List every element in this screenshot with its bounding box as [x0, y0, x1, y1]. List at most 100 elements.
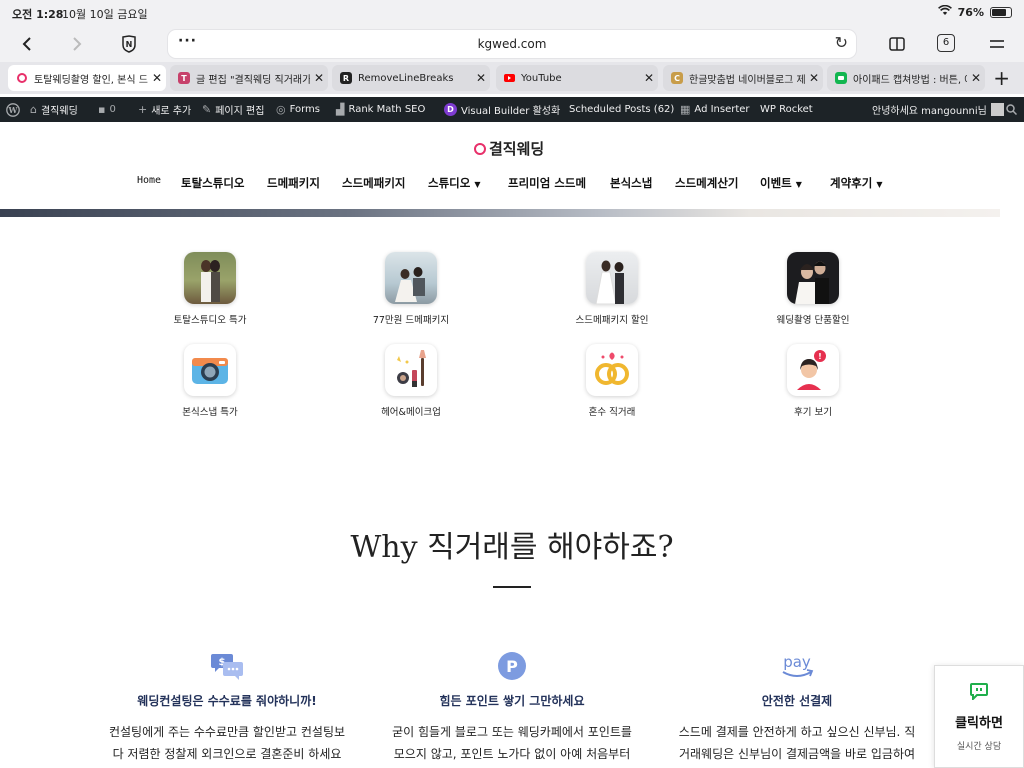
wp-rocket[interactable]: WP Rocket: [760, 97, 813, 122]
wp-edit-page[interactable]: ✎ 페이지 편집: [202, 97, 264, 122]
close-icon[interactable]: ✕: [967, 71, 985, 85]
quick-menu-item[interactable]: 토탈스튜디오 특가: [110, 252, 310, 326]
wp-rocket-label: WP Rocket: [760, 104, 813, 115]
search-icon[interactable]: [1006, 97, 1017, 122]
wp-site-name: 결직웨딩: [40, 106, 78, 117]
tab-spelling[interactable]: C 한글맞춤법 네이버블로그 제목 ✕: [663, 65, 823, 91]
tab-count-button[interactable]: 6: [937, 34, 955, 52]
wordpress-icon[interactable]: W: [6, 97, 20, 122]
battery-icon: [990, 6, 1012, 18]
naver-shield-icon[interactable]: N: [116, 31, 142, 57]
section-title: Why 직거래를 해야하죠?: [350, 530, 674, 565]
forward-icon[interactable]: [64, 31, 90, 57]
feature-title: 안전한 선결제: [761, 694, 833, 708]
menu-icon[interactable]: [984, 31, 1010, 57]
close-icon[interactable]: ✕: [148, 71, 166, 85]
nav-label: 스튜디오: [428, 176, 471, 190]
wp-greeting: 안녕하세요 mangounni님: [872, 106, 987, 117]
wp-scheduled-posts[interactable]: Scheduled Posts (62): [569, 97, 674, 122]
svg-text:!: !: [818, 352, 822, 361]
nav-label: 이벤트: [760, 176, 792, 190]
tab-post-edit[interactable]: T 글 편집 "결직웨딩 직거래가 유 ✕: [170, 65, 328, 91]
feature-consulting: $ 웨딩컨설팅은 수수료를 줘야하니까! 컨설팅에게 주는 수수료만큼 할인받고…: [102, 650, 352, 765]
address-bar[interactable]: ··· kgwed.com ↻: [168, 30, 856, 58]
feature-desc-line: 컨설팅에게 주는 수수료만큼 할인받고 컨설팅보: [108, 725, 346, 739]
points-icon: P: [387, 650, 637, 682]
post-edit-icon: T: [178, 72, 190, 84]
feature-desc: 컨설팅에게 주는 수수료만큼 할인받고 컨설팅보 다 저렴한 정찰제 외크인으로…: [102, 721, 352, 765]
tab-youtube[interactable]: YouTube ✕: [496, 65, 658, 91]
status-time: 오전 1:28: [12, 8, 64, 21]
wp-edit-label: 페이지 편집: [215, 106, 265, 117]
quick-menu-item[interactable]: 헤어&메이크업: [311, 344, 511, 418]
title-divider: [493, 586, 531, 588]
tab-removelinebreaks[interactable]: R RemoveLineBreaks ✕: [332, 65, 490, 91]
wp-account[interactable]: 안녕하세요 mangounni님: [872, 97, 1004, 122]
reload-icon[interactable]: ↻: [835, 33, 848, 52]
camera-icon: [184, 344, 236, 396]
battery-percent: 76%: [957, 5, 984, 19]
feature-desc: 스드메 결제를 안전하게 하고 싶으신 신부님. 직 거래웨딩은 신부님이 결제…: [672, 721, 922, 765]
wp-forms[interactable]: ◎ Forms: [276, 97, 320, 122]
status-right: 76%: [937, 4, 1012, 19]
kgwed-logo-icon: [16, 72, 28, 84]
removelinebreaks-icon: R: [340, 72, 352, 84]
wp-comments[interactable]: ▪ 0: [98, 97, 116, 122]
tab-kgwed[interactable]: 토탈웨딩촬영 할인, 본식 드레 ✕: [8, 65, 166, 91]
wp-site-link[interactable]: ⌂ 결직웨딩: [30, 97, 78, 122]
home-icon: ⌂: [30, 103, 37, 116]
nav-item-snap[interactable]: 본식스냅: [610, 175, 652, 191]
wp-new[interactable]: + 새로 추가: [138, 97, 191, 122]
wp-ad-inserter[interactable]: ▦ Ad Inserter: [680, 97, 750, 122]
back-icon[interactable]: [14, 31, 40, 57]
site-header: 결직웨딩 Home 토탈스튜디오 드메패키지 스드메패키지 스튜디오 ▼ 프리미엄…: [0, 122, 1024, 209]
nav-item-reviews[interactable]: 계약후기 ▼: [830, 175, 882, 191]
feature-desc: 굳이 힘들게 블로그 또는 웨딩카페에서 포인트를 모으지 않고, 포인트 노가…: [387, 721, 637, 765]
live-chat-button[interactable]: 클릭하면 실시간 상담: [934, 665, 1024, 768]
quick-menu-label: 본식스냅 특가: [182, 407, 238, 418]
tab-title: YouTube: [521, 72, 562, 84]
browser-toolbar: N ··· kgwed.com ↻ 6: [0, 26, 1024, 62]
rings-icon: [586, 344, 638, 396]
chevron-down-icon: ▼: [795, 180, 802, 189]
quick-menu-label: 헤어&메이크업: [381, 407, 441, 418]
nav-item-event[interactable]: 이벤트 ▼: [760, 175, 802, 191]
bride-photo-icon: [586, 252, 638, 304]
tab-title: RemoveLineBreaks: [358, 72, 454, 84]
nav-item-sdme-package[interactable]: 스드메패키지: [342, 175, 405, 191]
nav-item-total-studio[interactable]: 토탈스튜디오: [181, 175, 244, 191]
quick-menu-item[interactable]: 본식스냅 특가: [110, 344, 310, 418]
quick-menu-item[interactable]: 혼수 직거래: [512, 344, 712, 418]
feature-prepay: pay 안전한 선결제 스드메 결제를 안전하게 하고 싶으신 신부님. 직 거…: [672, 650, 922, 765]
quick-menu-item[interactable]: 77만원 드메패키지: [311, 252, 511, 326]
nav-item-home[interactable]: Home: [137, 175, 161, 186]
feature-desc-line: 다 저렴한 정찰제 외크인으로 결혼준비 하세요: [112, 747, 342, 761]
nav-item-calculator[interactable]: 스드메계산기: [675, 175, 738, 191]
quick-menu-item[interactable]: 스드메패키지 할인: [512, 252, 712, 326]
nav-item-premium[interactable]: 프리미엄 스드메: [508, 175, 586, 191]
quick-menu-item[interactable]: 웨딩촬영 단품할인: [713, 252, 913, 326]
feature-title: 웨딩컨설팅은 수수료를 줘야하니까!: [137, 694, 317, 708]
close-icon[interactable]: ✕: [310, 71, 328, 85]
svg-text:N: N: [126, 40, 133, 49]
wp-adinserter-label: Ad Inserter: [694, 104, 750, 115]
close-icon[interactable]: ✕: [640, 71, 658, 85]
logo-mark-icon: [474, 142, 486, 155]
new-tab-icon[interactable]: +: [993, 66, 1010, 90]
quick-menu-label: 스드메패키지 할인: [575, 315, 649, 326]
nav-item-dme-package[interactable]: 드메패키지: [267, 175, 320, 191]
chat-bubble-icon: [935, 682, 1023, 704]
tab-ipad-capture[interactable]: 아이패드 캡쳐방법 : 버튼, 애플 ✕: [827, 65, 985, 91]
wp-rankmath[interactable]: ▟ Rank Math SEO: [336, 97, 425, 122]
wp-visual-builder[interactable]: D Visual Builder 활성화: [444, 97, 560, 122]
hero-image-strip: [0, 209, 1000, 217]
site-logo[interactable]: 결직웨딩: [474, 138, 544, 159]
avatar: [990, 103, 1004, 116]
sidebar-icon[interactable]: [884, 31, 910, 57]
quick-menu-item[interactable]: ! 후기 보기: [713, 344, 913, 418]
close-icon[interactable]: ✕: [805, 71, 823, 85]
status-date: 10월 10일 금요일: [62, 8, 148, 21]
site-logo-text: 결직웨딩: [489, 140, 545, 158]
close-icon[interactable]: ✕: [472, 71, 490, 85]
nav-item-studio[interactable]: 스튜디오 ▼: [428, 175, 480, 191]
